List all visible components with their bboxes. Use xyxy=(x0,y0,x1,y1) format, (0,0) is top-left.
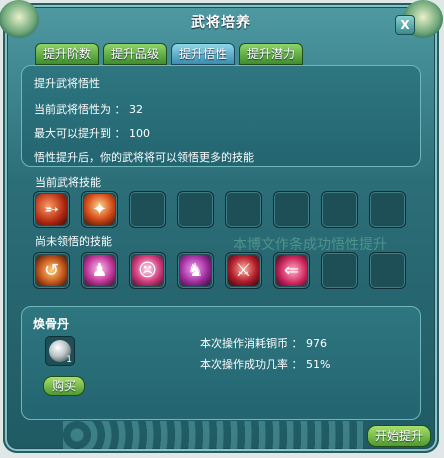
start-upgrade-button[interactable]: 开始提升 xyxy=(367,425,431,447)
hooded-figure-skill-icon: ♟ xyxy=(84,255,115,286)
window-title: 武将培养 xyxy=(191,15,251,31)
copper-cost: 本次操作消耗铜币 ： 976 xyxy=(200,337,327,350)
item-name: 焕骨丹 xyxy=(33,317,70,331)
skill-slot[interactable]: ♞ xyxy=(177,252,214,289)
current-skills-label: 当前武将技能 xyxy=(35,176,101,189)
success-rate: 本次操作成功几率 ： 51% xyxy=(200,358,331,371)
decorative-pattern xyxy=(63,421,363,449)
current-insight: 当前武将悟性为 ： 32 xyxy=(34,103,143,116)
blade-slash-skill-icon: ⚔ xyxy=(228,255,259,286)
item-quantity: 1 xyxy=(66,355,72,365)
skill-slot[interactable]: ↺ xyxy=(33,252,70,289)
skill-slot[interactable]: ☹ xyxy=(129,252,166,289)
title-bar: 武将培养 X xyxy=(0,0,443,39)
skill-slot-empty xyxy=(369,252,406,289)
insight-description: 悟性提升后，你的武将将可以领悟更多的技能 xyxy=(34,151,254,164)
buy-button[interactable]: 购买 xyxy=(43,376,85,396)
watermark-text: 本博文作条成功悟性提升 xyxy=(233,237,387,253)
skill-slot[interactable]: ♟ xyxy=(81,252,118,289)
spin-strike-skill-icon: ↺ xyxy=(36,255,67,286)
skill-slot-empty xyxy=(273,191,310,228)
thrust-skill-icon: ⇐ xyxy=(276,255,307,286)
tab-grade[interactable]: 提升品级 xyxy=(103,43,167,65)
max-insight: 最大可以提升到 ： 100 xyxy=(34,127,150,140)
fire-slash-skill-icon: ➵ xyxy=(36,194,67,225)
unlearned-skills-label: 尚未领悟的技能 xyxy=(35,235,112,248)
insight-info-panel: 提升武将悟性 当前武将悟性为 ： 32 最大可以提升到 ： 100 悟性提升后，… xyxy=(21,65,421,167)
skill-slot-empty xyxy=(225,191,262,228)
skill-slot-empty xyxy=(321,252,358,289)
mask-face-skill-icon: ☹ xyxy=(132,255,163,286)
skill-slot[interactable]: ⇐ xyxy=(273,252,310,289)
info-heading: 提升武将悟性 xyxy=(34,77,100,90)
skill-slot[interactable]: ⚔ xyxy=(225,252,262,289)
item-slot[interactable]: 1 xyxy=(45,336,75,366)
flame-burst-skill-icon: ✦ xyxy=(84,194,115,225)
close-button[interactable]: X xyxy=(395,15,415,35)
skill-slot-empty xyxy=(369,191,406,228)
skill-slot[interactable]: ➵ xyxy=(33,191,70,228)
cultivation-window: 武将培养 X 提升阶数 提升品级 提升悟性 提升潜力 提升武将悟性 当前武将悟性… xyxy=(0,0,443,453)
skill-slot[interactable]: ✦ xyxy=(81,191,118,228)
dancer-skill-icon: ♞ xyxy=(180,255,211,286)
skill-slot-empty xyxy=(321,191,358,228)
tab-potential[interactable]: 提升潜力 xyxy=(239,43,303,65)
skill-slot-empty xyxy=(129,191,166,228)
tab-rank[interactable]: 提升阶数 xyxy=(35,43,99,65)
skill-slot-empty xyxy=(177,191,214,228)
tab-insight[interactable]: 提升悟性 xyxy=(171,43,235,65)
